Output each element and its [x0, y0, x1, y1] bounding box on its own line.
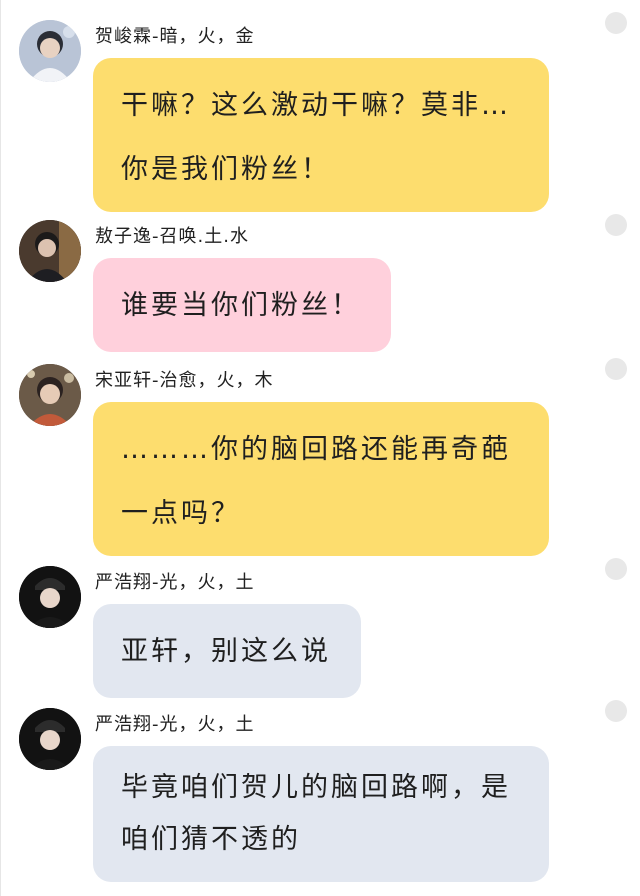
avatar[interactable] [19, 566, 81, 628]
message-text: 毕竟咱们贺儿的脑回路啊，是 [121, 772, 511, 803]
sender-name: 敖子逸-召唤.土.水 [95, 226, 249, 247]
circle-icon[interactable] [605, 12, 627, 34]
avatar-photo-icon [19, 364, 81, 426]
avatar-photo-icon [19, 220, 81, 282]
avatar[interactable] [19, 364, 81, 426]
message-text: 干嘛？这么激动干嘛？莫非… [121, 90, 511, 121]
message-text: ………你的脑回路还能再奇葩 [121, 434, 511, 465]
message-text: 你是我们粉丝！ [121, 154, 331, 185]
sender-name: 宋亚轩-治愈，火，木 [95, 370, 274, 391]
circle-icon[interactable] [605, 700, 627, 722]
message-text: 谁要当你们粉丝！ [121, 290, 361, 321]
avatar[interactable] [19, 20, 81, 82]
avatar[interactable] [19, 220, 81, 282]
message-bubble[interactable]: ………你的脑回路还能再奇葩 一点吗？ [93, 402, 549, 556]
circle-icon[interactable] [605, 214, 627, 236]
avatar-photo-icon [19, 566, 81, 628]
avatar-photo-icon [19, 708, 81, 770]
message-bubble[interactable]: 毕竟咱们贺儿的脑回路啊，是 咱们猜不透的 [93, 746, 549, 882]
sender-name: 贺峻霖-暗，火，金 [95, 26, 255, 47]
avatar-photo-icon [19, 20, 81, 82]
chat-transcript: 贺峻霖-暗，火，金 干嘛？这么激动干嘛？莫非… 你是我们粉丝！ 敖子逸-召唤.土… [0, 0, 640, 896]
message-text: 亚轩，别这么说 [121, 636, 331, 667]
sender-name: 严浩翔-光，火，土 [95, 572, 255, 593]
sender-name: 严浩翔-光，火，土 [95, 714, 255, 735]
message-text: 咱们猜不透的 [121, 824, 301, 855]
circle-icon[interactable] [605, 558, 627, 580]
message-bubble[interactable]: 亚轩，别这么说 [93, 604, 361, 698]
message-bubble[interactable]: 干嘛？这么激动干嘛？莫非… 你是我们粉丝！ [93, 58, 549, 212]
message-text: 一点吗？ [121, 498, 241, 529]
message-bubble[interactable]: 谁要当你们粉丝！ [93, 258, 391, 352]
circle-icon[interactable] [605, 358, 627, 380]
avatar[interactable] [19, 708, 81, 770]
